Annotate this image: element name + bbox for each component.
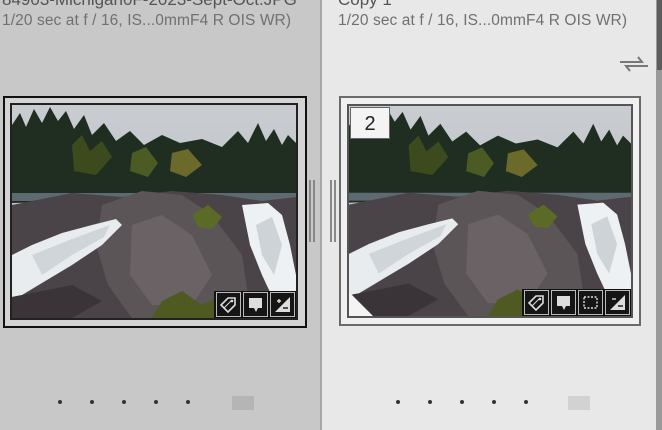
comment-icon[interactable] bbox=[551, 290, 576, 315]
sync-arrows-icon[interactable] bbox=[618, 54, 650, 74]
star-dot-icon[interactable] bbox=[90, 400, 94, 404]
scrollbar-thumb[interactable] bbox=[657, 0, 662, 70]
star-dot-icon[interactable] bbox=[58, 400, 62, 404]
develop-adjustment-icon[interactable] bbox=[270, 292, 295, 317]
star-dot-icon[interactable] bbox=[122, 400, 126, 404]
star-dot-icon[interactable] bbox=[428, 400, 432, 404]
star-dot-icon[interactable] bbox=[524, 400, 528, 404]
resize-handle[interactable] bbox=[309, 180, 311, 242]
exif-label: 1/20 sec at f / 16, IS...0mmF4 R OIS WR) bbox=[2, 12, 292, 29]
rating-stars[interactable] bbox=[58, 400, 190, 404]
crop-icon[interactable] bbox=[578, 290, 603, 315]
color-label-swatch[interactable] bbox=[232, 396, 254, 410]
waterfall-photo bbox=[12, 105, 296, 318]
star-dot-icon[interactable] bbox=[186, 400, 190, 404]
color-label-swatch[interactable] bbox=[568, 396, 590, 410]
filename-label: 84903-Michigan0F-2023-Sept-Oct.JPG bbox=[2, 0, 297, 10]
exif-label: 1/20 sec at f / 16, IS...0mmF4 R OIS WR) bbox=[338, 12, 628, 29]
filmstrip-cell-virtual-copy[interactable]: Copy 1 1/20 sec at f / 16, IS...0mmF4 R … bbox=[322, 0, 656, 430]
star-dot-icon[interactable] bbox=[154, 400, 158, 404]
resize-handle[interactable] bbox=[330, 180, 332, 242]
waterfall-photo bbox=[349, 106, 631, 316]
thumbnail-frame[interactable]: 2 bbox=[339, 96, 641, 326]
virtual-copy-corner-icon bbox=[349, 292, 373, 316]
keyword-tag-icon[interactable] bbox=[216, 292, 241, 317]
rating-stars[interactable] bbox=[396, 400, 528, 404]
thumbnail-frame[interactable] bbox=[3, 96, 307, 328]
resize-handle[interactable] bbox=[313, 180, 315, 242]
star-dot-icon[interactable] bbox=[460, 400, 464, 404]
filmstrip-cell-original[interactable]: 84903-Michigan0F-2023-Sept-Oct.JPG 1/20 … bbox=[0, 0, 320, 430]
thumbnail-badges bbox=[522, 289, 631, 316]
star-dot-icon[interactable] bbox=[396, 400, 400, 404]
keyword-tag-icon[interactable] bbox=[524, 290, 549, 315]
resize-handle[interactable] bbox=[334, 180, 336, 242]
star-dot-icon[interactable] bbox=[492, 400, 496, 404]
thumbnail-badges bbox=[214, 291, 296, 318]
virtual-copy-number-badge: 2 bbox=[350, 107, 390, 139]
comment-icon[interactable] bbox=[243, 292, 268, 317]
develop-adjustment-icon[interactable] bbox=[605, 290, 630, 315]
thumbnail-image[interactable] bbox=[10, 103, 298, 320]
thumbnail-image[interactable]: 2 bbox=[347, 104, 633, 318]
filename-label: Copy 1 bbox=[338, 0, 392, 10]
